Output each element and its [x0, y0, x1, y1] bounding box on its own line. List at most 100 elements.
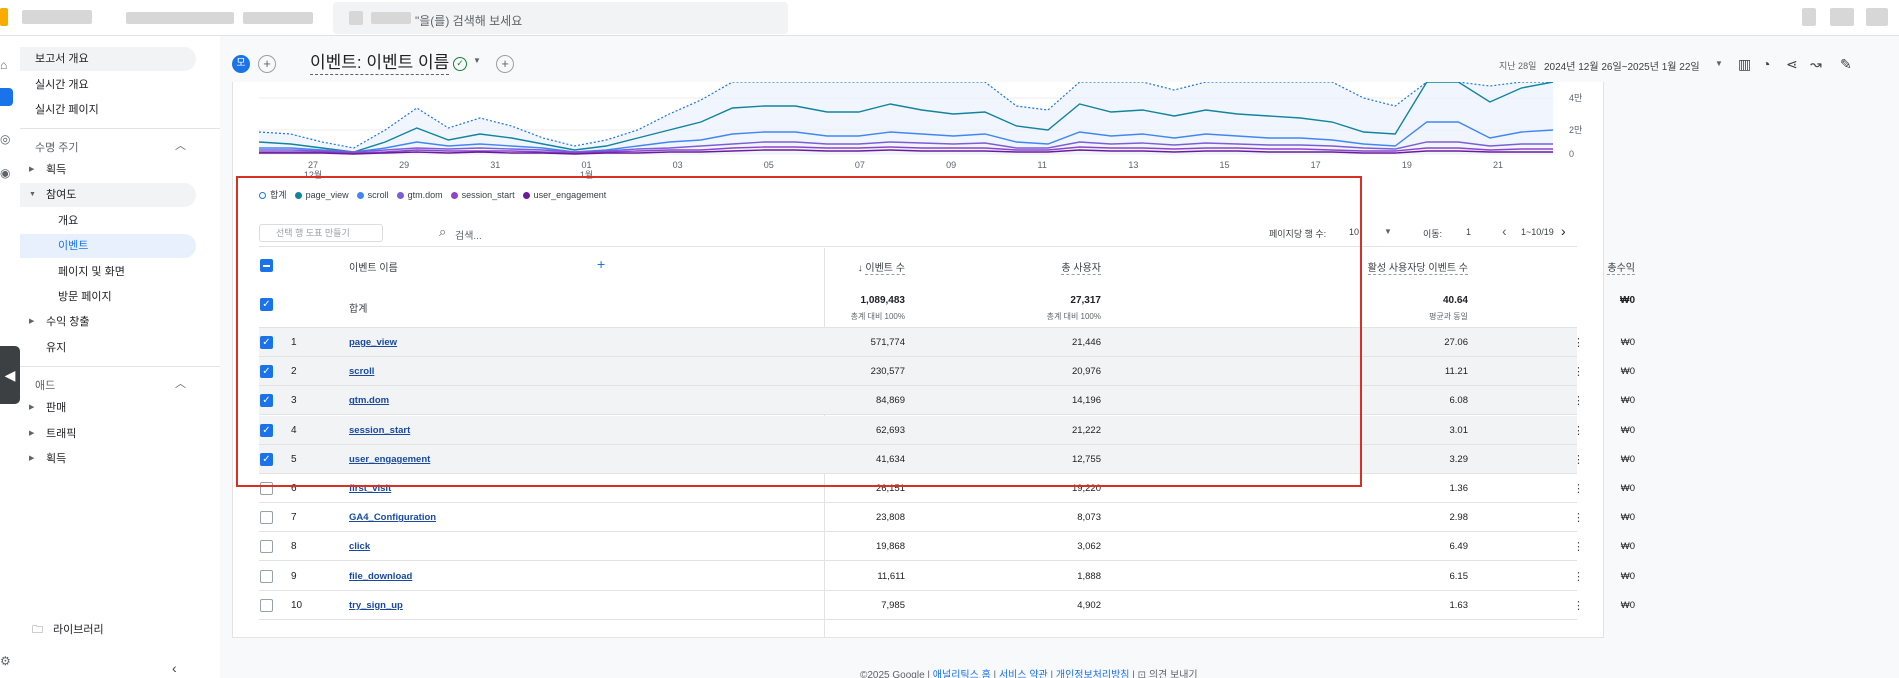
- sidebar-item-ads-acquisition[interactable]: ▶ 획득: [20, 447, 196, 471]
- chart-y-axis: 4만 2만 0: [1569, 93, 1582, 159]
- x-tick-label: 31: [490, 160, 500, 170]
- more-vert-icon[interactable]: ⋮: [1573, 570, 1584, 583]
- sidebar-item-engagement-overview[interactable]: 개요: [20, 209, 196, 233]
- feedback-link[interactable]: 의견 보내기: [1149, 670, 1198, 678]
- sidebar-item-report-overview[interactable]: 보고서 개요: [20, 47, 196, 71]
- goto-label: 이동:: [1423, 229, 1443, 239]
- sidebar-item-traffic[interactable]: ▶ 트래픽: [20, 422, 196, 446]
- caret-down-icon[interactable]: ▼: [1715, 59, 1723, 68]
- sidebar-item-engagement[interactable]: ▼ 참여도: [20, 183, 196, 207]
- footer-link-terms[interactable]: 서비스 약관: [999, 670, 1048, 678]
- y-tick-label: 2만: [1569, 125, 1582, 135]
- cell-users: 3,062: [1077, 541, 1101, 553]
- sidebar-divider: [20, 366, 220, 367]
- x-tick-label: 17: [1311, 160, 1321, 170]
- account-avatar[interactable]: [1866, 8, 1888, 26]
- home-icon[interactable]: ⌂: [0, 58, 14, 72]
- sidebar-item-pages-screens[interactable]: 페이지 및 화면: [20, 260, 196, 284]
- date-range-picker[interactable]: 2024년 12월 26일~2025년 1월 22일: [1544, 58, 1700, 73]
- caret-down-icon[interactable]: ▼: [1384, 227, 1392, 236]
- x-tick-label: 13: [1128, 160, 1138, 170]
- row-checkbox[interactable]: [260, 569, 273, 583]
- insights-icon[interactable]: ◔: [1762, 56, 1770, 72]
- y-tick-label: 0: [1569, 149, 1574, 159]
- event-name-link[interactable]: click: [349, 541, 370, 552]
- caret-down-icon[interactable]: ▼: [473, 56, 481, 65]
- sidebar-item-retention[interactable]: 유지: [20, 336, 196, 360]
- help-icon[interactable]: [1830, 8, 1854, 26]
- annotation-highlight-box: [236, 176, 1362, 487]
- cell-revenue: ₩0: [1620, 570, 1635, 582]
- chevron-up-icon[interactable]: ︿: [175, 137, 186, 153]
- footer-link-privacy[interactable]: 개인정보처리방침: [1056, 670, 1130, 678]
- edit-icon[interactable]: ✎: [1840, 56, 1852, 73]
- triangle-right-icon: ▶: [29, 430, 35, 437]
- row-checkbox[interactable]: [260, 511, 273, 525]
- section-lifecycle[interactable]: 수명 주기: [35, 139, 79, 155]
- chevron-left-icon[interactable]: ‹: [172, 660, 177, 676]
- more-vert-icon[interactable]: ⋮: [1573, 365, 1584, 378]
- more-vert-icon[interactable]: ⋮: [1573, 394, 1584, 407]
- sidebar-item-acquisition[interactable]: ▶ 획득: [20, 158, 196, 182]
- event-name-link[interactable]: GA4_Configuration: [349, 512, 436, 523]
- cell-revenue: ₩0: [1620, 424, 1635, 436]
- library-link[interactable]: 라이브러리: [53, 621, 104, 637]
- cell-revenue: ₩0: [1620, 366, 1635, 378]
- event-name-link[interactable]: try_sign_up: [349, 600, 403, 611]
- apps-icon[interactable]: [1802, 8, 1816, 26]
- row-checkbox[interactable]: [260, 598, 273, 612]
- comparison-chip[interactable]: 모: [232, 55, 250, 73]
- account-name-blurred[interactable]: [22, 10, 92, 24]
- drawer-toggle-icon[interactable]: ◀: [0, 346, 20, 404]
- more-vert-icon[interactable]: ⋮: [1573, 453, 1584, 466]
- table-row[interactable]: 8 click 19,868 3,062 6.49 ₩0 ⋮: [259, 532, 1635, 562]
- reports-icon[interactable]: [0, 88, 13, 106]
- goto-page-input[interactable]: 1: [1466, 227, 1471, 237]
- cell-users: 4,902: [1077, 599, 1101, 611]
- section-ads[interactable]: 애드: [35, 377, 55, 393]
- page-title[interactable]: 이벤트: 이벤트 이름: [310, 52, 450, 75]
- cell-revenue: ₩0: [1620, 483, 1635, 494]
- product-logo[interactable]: [0, 8, 8, 26]
- customize-report-icon[interactable]: ▥: [1738, 56, 1751, 73]
- chevron-right-icon[interactable]: ›: [1561, 223, 1566, 239]
- event-name-link[interactable]: file_download: [349, 571, 412, 582]
- more-vert-icon[interactable]: ⋮: [1573, 511, 1584, 524]
- x-tick-label: 21: [1493, 160, 1503, 170]
- settings-icon[interactable]: ⚙: [0, 654, 14, 668]
- footer-link-analytics-home[interactable]: 애널리틱스 홈: [933, 670, 991, 678]
- sidebar-item-monetization[interactable]: ▶ 수익 창출: [20, 310, 196, 334]
- chevron-up-icon[interactable]: ︿: [175, 375, 186, 391]
- explore-icon[interactable]: ◎: [0, 132, 14, 146]
- more-vert-icon[interactable]: ⋮: [1573, 336, 1584, 349]
- add-comparison-icon[interactable]: +: [258, 55, 276, 73]
- nav-rail: ⌂ ◎ ◉ ◀ ⚙: [0, 36, 20, 678]
- x-tick-label: 01: [581, 160, 591, 170]
- column-header-revenue[interactable]: 총수익: [1435, 259, 1635, 275]
- compare-trend-icon[interactable]: ↝: [1810, 56, 1822, 73]
- sidebar-item-sales[interactable]: ▶ 판매: [20, 396, 196, 420]
- row-index: 9: [291, 570, 297, 582]
- sidebar-item-landing-page[interactable]: 방문 페이지: [20, 285, 196, 309]
- sidebar-item-realtime-overview[interactable]: 실시간 개요: [20, 73, 196, 97]
- add-filter-icon[interactable]: +: [496, 55, 514, 73]
- cell-revenue: ₩0: [1620, 337, 1635, 348]
- advertising-icon[interactable]: ◉: [0, 166, 14, 180]
- share-icon[interactable]: ⋖: [1786, 56, 1798, 73]
- sidebar-item-events[interactable]: 이벤트: [20, 234, 196, 258]
- date-label: 지난 28일: [1499, 61, 1537, 71]
- x-tick-label: 05: [764, 160, 774, 170]
- row-checkbox[interactable]: [260, 540, 273, 554]
- property-name-blurred[interactable]: [126, 12, 234, 24]
- more-vert-icon[interactable]: ⋮: [1573, 540, 1584, 553]
- sidebar-item-realtime-pages[interactable]: 실시간 페이지: [20, 98, 196, 122]
- table-row[interactable]: 10 try_sign_up 7,985 4,902 1.63 ₩0 ⋮: [259, 591, 1635, 620]
- more-vert-icon[interactable]: ⋮: [1573, 482, 1584, 495]
- more-vert-icon[interactable]: ⋮: [1573, 424, 1584, 437]
- more-vert-icon[interactable]: ⋮: [1573, 599, 1584, 612]
- property-selector-blurred[interactable]: [243, 12, 313, 24]
- chevron-left-icon[interactable]: ‹: [1502, 223, 1507, 239]
- table-row[interactable]: 9 file_download 11,611 1,888 6.15 ₩0 ⋮: [259, 562, 1635, 591]
- table-row[interactable]: 7 GA4_Configuration 23,808 8,073 2.98 ₩0 ⋮: [259, 503, 1635, 533]
- search-bar[interactable]: "을(를) 검색해 보세요: [333, 2, 788, 34]
